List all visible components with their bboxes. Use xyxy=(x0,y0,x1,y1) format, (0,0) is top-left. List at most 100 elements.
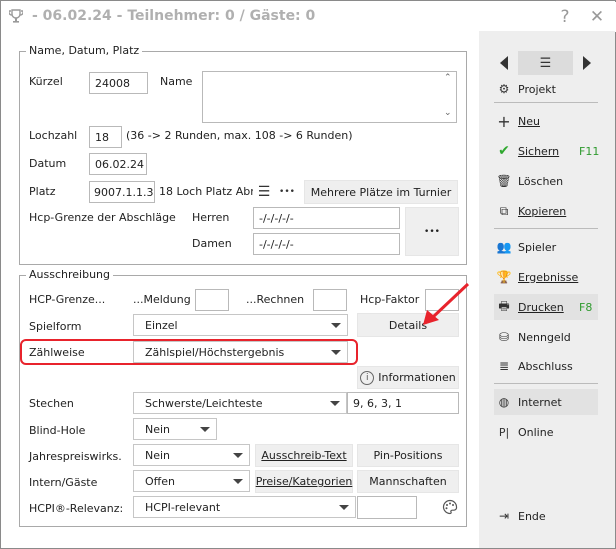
sidebar-divider xyxy=(494,228,598,229)
blindhole-select[interactable]: Nein xyxy=(133,418,217,440)
color-palette-button[interactable] xyxy=(440,497,460,517)
trophy-icon xyxy=(8,9,24,25)
lochzahl-hint: (36 -> 2 Runden, max. 108 -> 6 Runden) xyxy=(126,129,353,142)
help-button[interactable]: ? xyxy=(554,6,576,28)
hamburger-icon[interactable]: ☰ xyxy=(518,51,573,75)
action-sidebar xyxy=(479,31,615,548)
herren-field[interactable]: -/-/-/-/- xyxy=(253,207,400,229)
intern-select[interactable]: Offen xyxy=(133,470,250,492)
informationen-label: Informationen xyxy=(378,371,456,384)
menu-neu[interactable]: + Neu xyxy=(495,110,540,132)
p-online-icon: P| xyxy=(498,425,510,439)
intern-value: Offen xyxy=(145,474,175,488)
chevron-down-icon xyxy=(227,445,249,465)
stechen-holes-field[interactable]: 9, 6, 3, 1 xyxy=(347,392,459,414)
menu-spieler-label: Spieler xyxy=(518,240,557,254)
menu-projekt-label: Projekt xyxy=(518,82,556,96)
users-icon: 👥 xyxy=(496,240,512,254)
lochzahl-field[interactable]: 18 xyxy=(89,126,122,148)
stechen-value: Schwerste/Leichteste xyxy=(145,396,263,410)
hcp-grenze-section-label: HCP-Grenze... xyxy=(29,293,106,306)
group-title: Name, Datum, Platz xyxy=(26,44,143,57)
menu-abschluss[interactable]: ≣ Abschluss xyxy=(495,355,573,377)
meldung-label: ...Meldung xyxy=(133,293,191,306)
menu-projekt[interactable]: ⚙ Projekt xyxy=(495,78,556,100)
menu-neu-label: Neu xyxy=(518,114,540,128)
trash-icon: 🗑 xyxy=(496,174,512,188)
hcp-grenze-more-button[interactable]: ••• xyxy=(405,207,459,256)
annotation-arrow xyxy=(423,282,470,325)
palette-icon xyxy=(442,499,458,515)
zahlweise-select[interactable]: Zählspiel/Höchstergebnis xyxy=(133,341,348,363)
menu-ende[interactable]: ⇥ Ende xyxy=(495,505,546,527)
menu-internet[interactable]: ◍ Internet xyxy=(495,391,562,413)
menu-ergebnisse[interactable]: 🏆 Ergebnisse xyxy=(495,266,579,288)
scroll-down-icon[interactable]: ⌄ xyxy=(444,108,452,118)
spielform-select[interactable]: Einzel xyxy=(133,314,348,336)
stechen-select[interactable]: Schwerste/Leichteste xyxy=(133,392,347,414)
nav-back-icon[interactable] xyxy=(500,56,508,70)
platz-more-button[interactable]: ••• xyxy=(276,181,298,202)
hcpi-extra-field[interactable] xyxy=(357,496,417,519)
preise-kategorien-button[interactable]: Preise/Kategorien xyxy=(255,470,353,493)
close-button[interactable]: ✕ xyxy=(586,6,608,28)
check-icon: ✔ xyxy=(498,143,510,159)
chevron-down-icon xyxy=(324,393,346,413)
datum-field[interactable]: 06.02.24 xyxy=(89,153,147,175)
hcp-grenze-label: Hcp-Grenze der Abschläge xyxy=(29,211,176,224)
menu-loschen-label: Löschen xyxy=(518,174,564,188)
chevron-down-icon xyxy=(194,419,216,439)
name-field[interactable] xyxy=(202,71,457,123)
list-icon: ☰ xyxy=(257,183,271,200)
meldung-field[interactable] xyxy=(195,289,229,311)
jahres-label: Jahrespreiswirks. xyxy=(29,450,122,463)
menu-kopieren[interactable]: ⧉ Kopieren xyxy=(495,200,567,222)
platz-list-button[interactable]: ☰ xyxy=(253,181,275,202)
mannschaften-button[interactable]: Mannschaften xyxy=(357,470,459,493)
hcpi-select[interactable]: HCPI-relevant xyxy=(133,496,356,518)
sichern-shortcut: F11 xyxy=(579,145,600,158)
chevron-down-icon xyxy=(333,497,355,517)
stechen-label: Stechen xyxy=(29,397,74,410)
copy-icon: ⧉ xyxy=(499,203,509,218)
group-title: Ausschreibung xyxy=(26,268,113,281)
pin-positions-button[interactable]: Pin-Positions xyxy=(357,444,459,467)
menu-nenngeld[interactable]: ⛁ Nenngeld xyxy=(495,326,571,348)
jahres-select[interactable]: Nein xyxy=(133,444,250,466)
menu-spieler[interactable]: 👥 Spieler xyxy=(495,236,557,258)
kurzel-field[interactable]: 24008 xyxy=(89,72,148,94)
hcpi-label: HCPI®-Relevanz: xyxy=(29,502,124,515)
informationen-button[interactable]: i Informationen xyxy=(357,366,459,389)
mehrere-platze-button[interactable]: Mehrere Plätze im Turnier xyxy=(304,180,458,204)
platz-field[interactable]: 9007.1.1.3 xyxy=(89,181,155,203)
menu-drucken[interactable]: 🖶 Drucken xyxy=(495,296,563,318)
name-label: Name xyxy=(160,75,193,88)
more-dots-icon: ••• xyxy=(279,186,295,197)
drucken-shortcut: F8 xyxy=(579,301,593,314)
menu-loschen[interactable]: 🗑 Löschen xyxy=(495,170,563,192)
preise-kategorien-label: Preise/Kategorien xyxy=(255,475,353,488)
nav-forward-icon[interactable] xyxy=(583,56,591,70)
spielform-label: Spielform xyxy=(29,320,82,333)
blindhole-value: Nein xyxy=(145,422,171,436)
damen-field[interactable]: -/-/-/-/- xyxy=(253,233,400,255)
ausschreib-text-button[interactable]: Ausschreib-Text xyxy=(255,444,353,467)
menu-sichern[interactable]: ✔ Sichern xyxy=(495,140,559,162)
menu-ergebnisse-label: Ergebnisse xyxy=(518,270,579,284)
exit-icon: ⇥ xyxy=(498,509,510,523)
printer-icon: 🖶 xyxy=(498,298,510,313)
ausschreib-text-label: Ausschreib-Text xyxy=(261,449,347,462)
window-title: - 06.02.24 - Teilnehmer: 0 / Gäste: 0 xyxy=(32,8,316,24)
kurzel-label: Kürzel xyxy=(29,75,63,88)
jahres-value: Nein xyxy=(145,448,171,462)
intern-label: Intern/Gäste xyxy=(29,476,98,489)
rechnen-field[interactable] xyxy=(313,289,347,311)
rechnen-label: ...Rechnen xyxy=(246,293,305,306)
menu-internet-label: Internet xyxy=(518,395,562,409)
menu-kopieren-label: Kopieren xyxy=(518,204,567,218)
hcp-faktor-label: Hcp-Faktor xyxy=(360,293,420,306)
scroll-up-icon[interactable]: ⌃ xyxy=(444,73,452,83)
menu-online[interactable]: P| Online xyxy=(495,421,554,443)
blindhole-label: Blind-Hole xyxy=(29,424,86,437)
menu-sichern-label: Sichern xyxy=(518,144,560,158)
